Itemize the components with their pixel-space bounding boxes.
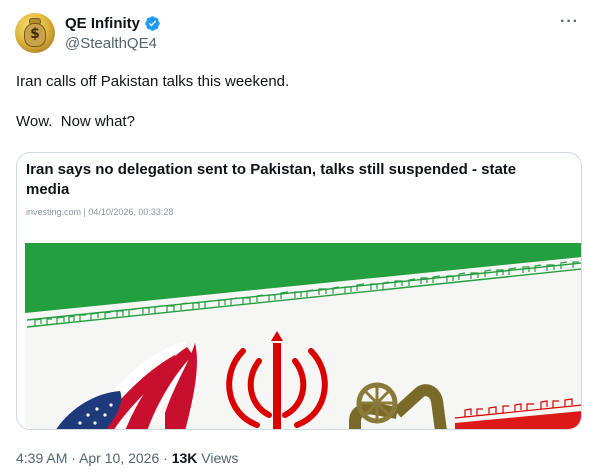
author-handle[interactable]: @StealthQE4 — [65, 35, 157, 52]
card-meta: investing.com | 04/10/2026, 00:33:28 — [26, 207, 174, 217]
separator: · — [163, 450, 168, 466]
tweet-footer: 4:39 AM · Apr 10, 2026 · 13K Views — [16, 450, 238, 466]
verified-badge-icon[interactable] — [144, 15, 161, 32]
dollar-sign-icon: $ — [30, 26, 40, 42]
more-options-icon[interactable]: ··· — [560, 13, 579, 31]
tweet-text: Iran calls off Pakistan talks this weeke… — [16, 73, 290, 130]
iran-flag-image — [25, 243, 581, 429]
link-card[interactable]: Iran says no delegation sent to Pakistan… — [16, 152, 582, 430]
card-title[interactable]: Iran says no delegation sent to Pakistan… — [26, 160, 546, 200]
card-image[interactable] — [25, 243, 581, 429]
views-count: 13K — [171, 450, 198, 466]
views-label: Views — [201, 450, 239, 466]
tweet-date[interactable]: Apr 10, 2026 — [79, 450, 159, 466]
author-name-row: QE Infinity — [65, 15, 161, 32]
tweet-time[interactable]: 4:39 AM — [16, 450, 67, 466]
separator: · — [71, 450, 76, 466]
avatar[interactable]: $ — [15, 13, 55, 53]
display-name[interactable]: QE Infinity — [65, 15, 140, 32]
